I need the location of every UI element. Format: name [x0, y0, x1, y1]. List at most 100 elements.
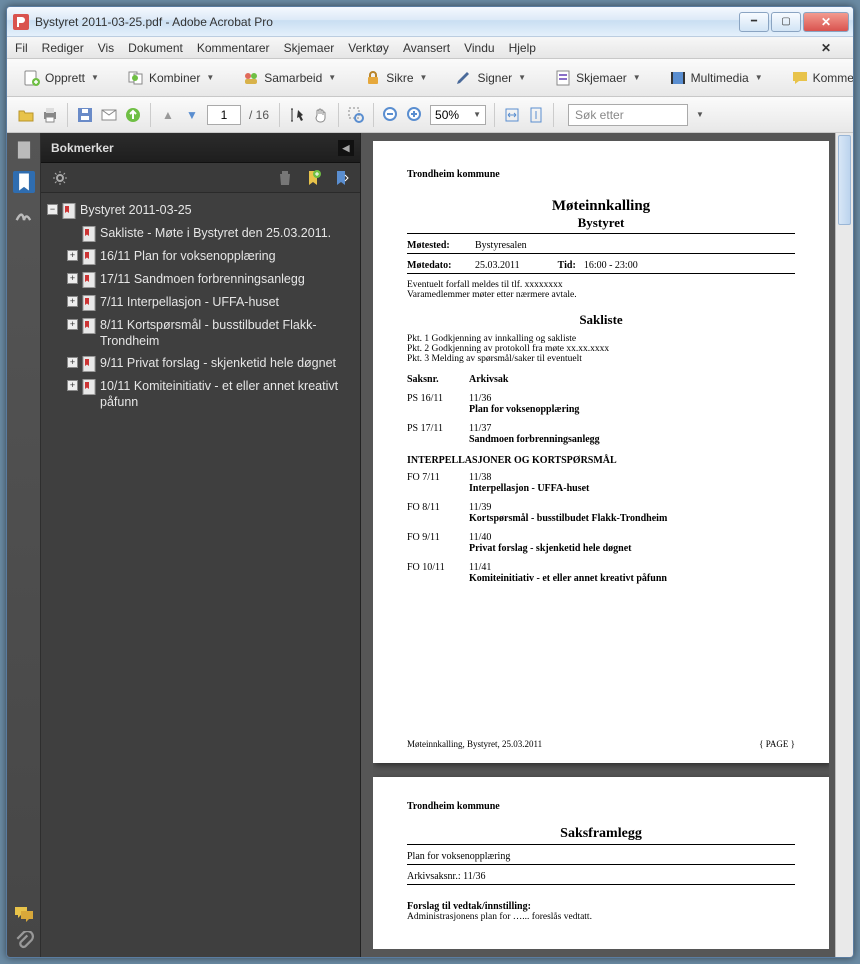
panel-title: Bokmerker — [51, 141, 114, 155]
vertical-scrollbar[interactable] — [835, 133, 853, 957]
bookmark-label: 10/11 Komiteinitiativ - et eller annet k… — [100, 378, 354, 410]
search-dropdown-icon[interactable]: ▼ — [696, 110, 704, 119]
page-footer-left: Møteinnkalling, Bystyret, 25.03.2011 — [407, 739, 542, 749]
email-icon[interactable] — [100, 106, 118, 124]
new-bookmark-icon[interactable] — [304, 169, 322, 187]
expand-icon[interactable]: + — [67, 250, 78, 261]
lock-icon — [364, 69, 382, 87]
menu-avansert[interactable]: Avansert — [403, 41, 450, 55]
bookmark-item[interactable]: +17/11 Sandmoen forbrenningsanlegg — [65, 268, 356, 291]
menu-hjelp[interactable]: Hjelp — [509, 41, 536, 55]
titlebar: Bystyret 2011-03-25.pdf - Adobe Acrobat … — [7, 7, 853, 37]
menu-rediger[interactable]: Rediger — [42, 41, 84, 55]
bookmark-item[interactable]: +16/11 Plan for voksenopplæring — [65, 245, 356, 268]
bookmark-item[interactable]: Sakliste - Møte i Bystyret den 25.03.201… — [65, 222, 356, 245]
col-arkivsak: Arkivsak — [469, 374, 795, 385]
menu-fil[interactable]: Fil — [15, 41, 28, 55]
maximize-button[interactable]: ▢ — [771, 12, 801, 32]
comment-button[interactable]: Kommentar▼ — [785, 67, 854, 89]
comment-icon — [791, 69, 809, 87]
page-down-icon[interactable]: ▼ — [183, 106, 201, 124]
comments-panel-icon[interactable] — [14, 905, 34, 923]
zoom-in-icon[interactable] — [406, 106, 424, 124]
bookmark-label: 17/11 Sandmoen forbrenningsanlegg — [100, 271, 305, 287]
fit-width-icon[interactable] — [503, 106, 521, 124]
create-button[interactable]: Opprett▼ — [17, 67, 105, 89]
combine-button[interactable]: Kombiner▼ — [121, 67, 220, 89]
options-gear-icon[interactable]: ▼ — [51, 169, 69, 187]
bookmark-icon — [62, 203, 76, 219]
bookmark-label: 7/11 Interpellasjon - UFFA-huset — [100, 294, 279, 310]
save-icon[interactable] — [76, 106, 94, 124]
menu-verktoy[interactable]: Verktøy — [348, 41, 389, 55]
menu-vis[interactable]: Vis — [98, 41, 114, 55]
panel-header: Bokmerker ◀ — [41, 133, 360, 163]
bookmark-icon — [82, 249, 96, 265]
marquee-zoom-icon[interactable] — [347, 106, 365, 124]
bookmark-label: 16/11 Plan for voksenopplæring — [100, 248, 276, 264]
pdf-page-2: Trondheim kommune Saksframlegg Plan for … — [373, 777, 829, 949]
bookmark-label: 9/11 Privat forslag - skjenketid hele dø… — [100, 355, 336, 371]
bookmark-item[interactable]: +9/11 Privat forslag - skjenketid hele d… — [65, 352, 356, 375]
print-icon[interactable] — [41, 106, 59, 124]
search-input[interactable]: Søk etter — [568, 104, 688, 126]
bookmark-icon — [82, 226, 96, 242]
menu-dokument[interactable]: Dokument — [128, 41, 183, 55]
bookmark-item[interactable]: +7/11 Interpellasjon - UFFA-huset — [65, 291, 356, 314]
delete-bookmark-icon[interactable] — [276, 169, 294, 187]
close-button[interactable]: ✕ — [803, 12, 849, 32]
forslag-text: Administrasjonens plan for …... foreslås… — [407, 912, 795, 922]
p2-line2: Arkivsaksnr.: 11/36 — [407, 871, 795, 882]
zoom-out-icon[interactable] — [382, 106, 400, 124]
pen-icon — [455, 69, 473, 87]
menu-skjemaer[interactable]: Skjemaer — [284, 41, 335, 55]
menu-kommentarer[interactable]: Kommentarer — [197, 41, 270, 55]
combine-icon — [127, 69, 145, 87]
expand-icon[interactable]: + — [67, 380, 78, 391]
moteinnkalling-title: Møteinnkalling — [407, 198, 795, 215]
sign-button[interactable]: Signer▼ — [449, 67, 532, 89]
expand-icon[interactable]: + — [67, 273, 78, 284]
expand-bookmark-icon[interactable] — [332, 169, 350, 187]
document-viewer: Trondheim kommune Møteinnkalling Bystyre… — [361, 133, 853, 957]
fit-page-icon[interactable] — [527, 106, 545, 124]
select-tool-icon[interactable] — [288, 106, 306, 124]
zoom-level[interactable]: 50%▼ — [430, 105, 486, 125]
pkt2: Pkt. 2 Godkjenning av protokoll fra møte… — [407, 344, 795, 354]
panel-collapse-icon[interactable]: ◀ — [338, 140, 354, 156]
forms-button[interactable]: Skjemaer▼ — [548, 67, 647, 89]
table-row: FO 9/1111/40Privat forslag - skjenketid … — [407, 532, 795, 554]
scrollbar-thumb[interactable] — [838, 135, 851, 225]
col-saksnr: Saksnr. — [407, 374, 455, 385]
menu-vindu[interactable]: Vindu — [464, 41, 494, 55]
attachments-panel-icon[interactable] — [14, 931, 34, 949]
bookmark-item[interactable]: +10/11 Komiteinitiativ - et eller annet … — [65, 375, 356, 413]
pages-panel-icon[interactable] — [13, 139, 35, 161]
secure-button[interactable]: Sikre▼ — [358, 67, 433, 89]
collaborate-button[interactable]: Samarbeid▼ — [236, 67, 342, 89]
page-number-input[interactable] — [207, 105, 241, 125]
expand-icon[interactable]: + — [67, 319, 78, 330]
expand-icon[interactable]: + — [67, 357, 78, 368]
pages-container[interactable]: Trondheim kommune Møteinnkalling Bystyre… — [373, 141, 829, 949]
bookmark-root[interactable]: − Bystyret 2011-03-25 — [45, 199, 356, 222]
multimedia-button[interactable]: Multimedia▼ — [663, 67, 769, 89]
page-up-icon[interactable]: ▲ — [159, 106, 177, 124]
collapse-icon[interactable]: − — [47, 204, 58, 215]
upload-icon[interactable] — [124, 106, 142, 124]
page-total-label: / 16 — [247, 108, 271, 122]
bookmark-item[interactable]: +8/11 Kortspørsmål - busstilbudet Flakk-… — [65, 314, 356, 352]
open-icon[interactable] — [17, 106, 35, 124]
bookmarks-panel-icon[interactable] — [13, 171, 35, 193]
signatures-panel-icon[interactable] — [13, 203, 35, 225]
p2-line1: Plan for voksenopplæring — [407, 851, 795, 862]
table-row: PS 16/1111/36Plan for voksenopplæring — [407, 393, 795, 415]
hand-tool-icon[interactable] — [312, 106, 330, 124]
sakliste-title: Sakliste — [407, 312, 795, 328]
document-close-icon[interactable]: ✕ — [821, 41, 831, 55]
expand-icon[interactable]: + — [67, 296, 78, 307]
minimize-button[interactable]: ━ — [739, 12, 769, 32]
bookmark-icon — [82, 272, 96, 288]
toolbar-main: Opprett▼ Kombiner▼ Samarbeid▼ Sikre▼ Sig… — [7, 59, 853, 97]
motedato-value: 25.03.2011 — [475, 260, 520, 271]
